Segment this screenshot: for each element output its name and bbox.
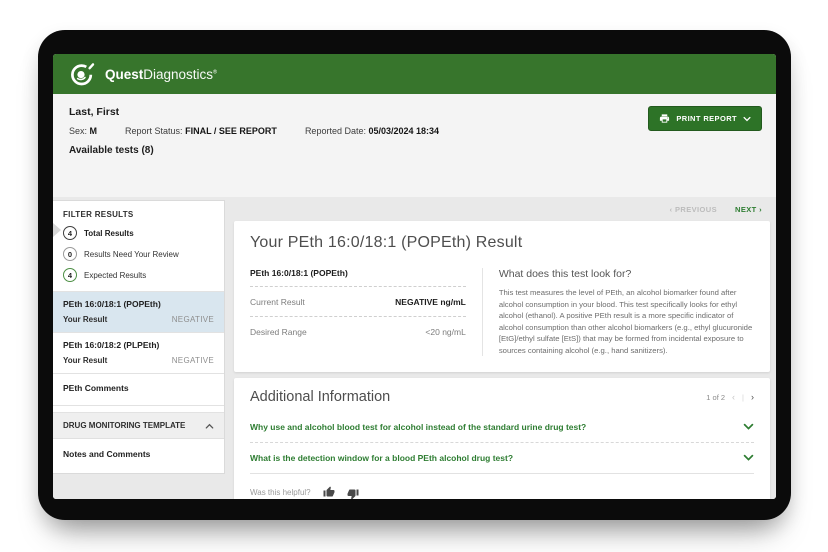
sidebar-spacer (53, 406, 224, 413)
result-title: PEth Comments (63, 383, 214, 393)
chevron-down-icon (743, 423, 754, 431)
next-button[interactable]: NEXT › (735, 205, 762, 214)
result-card-title: Your PEth 16:0/18:1 (POPEth) Result (250, 234, 754, 252)
faq-page-indicator: 1 of 2 (706, 393, 725, 402)
faq-pagination: 1 of 2 ‹ | › (706, 392, 754, 402)
sidebar-item-peth-comments[interactable]: PEth Comments (53, 374, 224, 406)
thumbs-up-icon[interactable] (323, 486, 335, 498)
desired-range-row: Desired Range <20 ng/mL (250, 317, 466, 346)
faq-question: Why use and alcohol blood test for alcoh… (250, 422, 586, 432)
thumbs-down-icon[interactable] (347, 488, 359, 499)
desired-range-value: <20 ng/mL (425, 327, 465, 337)
result-table: PEth 16:0/18:1 (POPEth) Current Result N… (250, 268, 482, 356)
your-result-label: Your Result (63, 356, 107, 365)
report-status-field: Report Status: FINAL / SEE REPORT (125, 126, 277, 136)
result-title: PEth 16:0/18:2 (PLPEth) (63, 340, 214, 350)
filter-need-review[interactable]: 0 Results Need Your Review (63, 247, 214, 261)
brand-name: QuestDiagnostics® (105, 67, 217, 82)
desired-range-label: Desired Range (250, 327, 307, 337)
total-results-label: Total Results (84, 229, 134, 238)
test-info-title: What does this test look for? (499, 268, 754, 280)
sidebar-item-peth-plpeth[interactable]: PEth 16:0/18:2 (PLPEth) Your Result NEGA… (53, 333, 224, 374)
available-tests-label: Available tests (8) (69, 145, 760, 156)
reported-date-value: 05/03/2024 18:34 (369, 126, 440, 136)
print-report-label: PRINT REPORT (676, 114, 737, 123)
result-card: Your PEth 16:0/18:1 (POPEth) Result PEth… (234, 221, 770, 372)
result-title: PEth 16:0/18:1 (POPEth) (63, 299, 214, 309)
sidebar-item-peth-popeth[interactable]: PEth 16:0/18:1 (POPEth) Your Result NEGA… (53, 292, 224, 333)
helpful-label: Was this helpful? (250, 488, 311, 497)
chevron-up-icon (205, 423, 214, 429)
faq-pager-divider: | (742, 393, 744, 402)
result-value: NEGATIVE (172, 356, 214, 365)
printer-icon (659, 113, 670, 124)
brand-diagnostics: Diagnostics (143, 67, 213, 82)
test-info-panel: What does this test look for? This test … (482, 268, 754, 356)
expected-results-count: 4 (63, 268, 77, 282)
expected-results-label: Expected Results (84, 271, 146, 280)
previous-button[interactable]: ‹ PREVIOUS (670, 205, 717, 214)
trademark: ® (213, 69, 217, 75)
additional-information-card: Additional Information 1 of 2 ‹ | › Why … (234, 378, 770, 499)
helpful-row: Was this helpful? (250, 486, 754, 498)
sex-field: Sex: M (69, 126, 97, 136)
chevron-down-icon (743, 454, 754, 462)
faq-question: What is the detection window for a blood… (250, 453, 513, 463)
sex-value: M (90, 126, 98, 136)
faq-item-blood-vs-urine[interactable]: Why use and alcohol blood test for alcoh… (250, 412, 754, 442)
need-review-count: 0 (63, 247, 77, 261)
result-value: NEGATIVE (172, 315, 214, 324)
filter-results-panel: FILTER RESULTS 4 Total Results 0 Results… (53, 201, 224, 292)
faq-item-detection-window[interactable]: What is the detection window for a blood… (250, 442, 754, 473)
main-panel: ‹ PREVIOUS NEXT › Your PEth 16:0/18:1 (P… (234, 197, 770, 499)
print-report-button[interactable]: PRINT REPORT (648, 106, 762, 131)
chevron-down-icon (743, 115, 751, 123)
filter-results-title: FILTER RESULTS (63, 210, 214, 219)
need-review-label: Results Need Your Review (84, 250, 179, 259)
additional-information-title: Additional Information (250, 389, 390, 405)
content-area: FILTER RESULTS 4 Total Results 0 Results… (53, 197, 776, 499)
test-info-body: This test measures the level of PEth, an… (499, 287, 754, 356)
template-section-title: DRUG MONITORING TEMPLATE (63, 421, 185, 430)
faq-next-icon[interactable]: › (751, 392, 754, 402)
current-result-label: Current Result (250, 297, 305, 307)
current-result-row: Current Result NEGATIVE ng/mL (250, 287, 466, 317)
app-screen: QuestDiagnostics® Last, First Sex: M Rep… (53, 54, 776, 499)
faq-list: Why use and alcohol blood test for alcoh… (250, 412, 754, 474)
app-header: QuestDiagnostics® (53, 54, 776, 94)
drug-monitoring-template-section[interactable]: DRUG MONITORING TEMPLATE (53, 413, 224, 439)
filter-expected-results[interactable]: 4 Expected Results (63, 268, 214, 282)
your-result-label: Your Result (63, 315, 107, 324)
report-status-value: FINAL / SEE REPORT (185, 126, 277, 136)
quest-diagnostics-logo-icon (69, 61, 96, 88)
patient-band: Last, First Sex: M Report Status: FINAL … (53, 94, 776, 197)
brand-quest: Quest (105, 67, 143, 82)
total-results-count: 4 (63, 226, 77, 240)
current-result-value: NEGATIVE ng/mL (395, 297, 466, 307)
collapse-handle-icon[interactable] (53, 223, 61, 237)
filter-total-results[interactable]: 4 Total Results (63, 226, 214, 240)
reported-date-field: Reported Date: 05/03/2024 18:34 (305, 126, 439, 136)
result-table-header: PEth 16:0/18:1 (POPEth) (250, 268, 466, 287)
sidebar-item-notes-and-comments[interactable]: Notes and Comments (53, 439, 224, 473)
tablet-frame: QuestDiagnostics® Last, First Sex: M Rep… (38, 30, 791, 520)
test-pager: ‹ PREVIOUS NEXT › (234, 197, 770, 221)
sidebar: FILTER RESULTS 4 Total Results 0 Results… (53, 200, 225, 474)
faq-prev-icon[interactable]: ‹ (732, 392, 735, 402)
